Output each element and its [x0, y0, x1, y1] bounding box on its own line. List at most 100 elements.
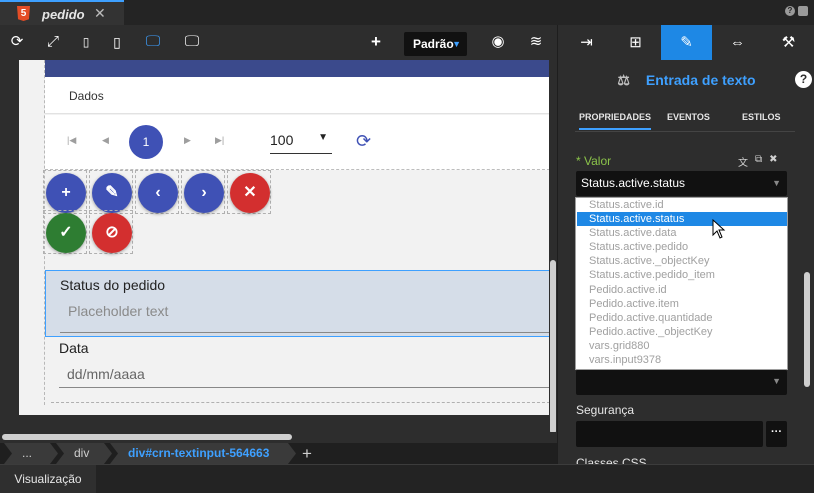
last-page-icon[interactable]: ▶|: [215, 135, 224, 146]
dropdown-option[interactable]: Status.active.pedido_item: [577, 268, 787, 282]
dropdown-option[interactable]: Status.active.pedido: [577, 240, 787, 254]
security-more-button[interactable]: ···: [766, 421, 787, 447]
page-size-select[interactable]: 100 ▼: [270, 132, 332, 154]
preset-select[interactable]: Padrão ▼: [404, 32, 467, 56]
value-selected: Status.active.status: [581, 176, 686, 190]
tab-dados[interactable]: Dados: [69, 89, 104, 103]
next-page-icon[interactable]: ▶: [184, 135, 191, 146]
dropdown-option-selected[interactable]: Status.active.status: [577, 212, 787, 226]
tab-title: pedido: [42, 7, 85, 22]
database-icon[interactable]: ≋: [526, 33, 546, 51]
chevron-down-icon: ▼: [772, 178, 781, 188]
dropdown-option[interactable]: vars.input9378: [577, 353, 787, 367]
pagination: |◀ ◀ 1 ▶ ▶| 100 ▼ ⟳: [45, 115, 549, 170]
component-title-text: Entrada de texto: [645, 72, 756, 88]
security-input[interactable]: [576, 421, 763, 447]
panel-scroll-thumb[interactable]: [804, 272, 810, 387]
open-external-icon[interactable]: ⧉: [755, 154, 762, 169]
panel-subtabs: PROPRIEDADES EVENTOS ESTILOS: [575, 107, 795, 131]
reload-icon[interactable]: ⟳: [356, 132, 374, 150]
chevron-down-icon: ▼: [452, 39, 461, 49]
value-label: * Valor: [576, 154, 612, 168]
component-title: ⚖ Entrada de texto: [558, 72, 814, 89]
phone-icon[interactable]: ▯: [76, 33, 96, 51]
tab-eventos[interactable]: EVENTOS: [667, 112, 710, 122]
tree-icon[interactable]: ⊞: [610, 25, 661, 60]
dados-tab-row: Dados: [45, 77, 549, 114]
desktop-icon[interactable]: 🖵: [143, 33, 163, 51]
balance-icon: ⚖: [617, 72, 630, 88]
canvas-horizontal-scrollbar[interactable]: [0, 432, 557, 442]
panel-tabs: ⇥ ⊞ ✎ ⇔ ⚒: [558, 25, 814, 60]
chevron-down-icon: ▼: [318, 132, 328, 143]
dropdown-option[interactable]: vars.grid880: [577, 339, 787, 353]
dropdown-option[interactable]: Status.active.id: [577, 198, 787, 212]
vertical-scroll-thumb[interactable]: [550, 260, 556, 434]
tablet-icon[interactable]: ▯: [107, 33, 127, 51]
edit-button-wrap: ✎: [89, 170, 133, 214]
edit-button[interactable]: ✎: [92, 173, 132, 213]
html5-icon: 5: [17, 6, 30, 21]
tab-estilos[interactable]: ESTILOS: [742, 112, 781, 122]
dropdown-option[interactable]: Status.active.data: [577, 226, 787, 240]
next-button[interactable]: ›: [184, 173, 224, 213]
dropdown-option[interactable]: Pedido.active.item: [577, 297, 787, 311]
breadcrumb-item[interactable]: div: [56, 443, 112, 464]
date-input[interactable]: dd/mm/aaaa: [59, 360, 549, 388]
cancel-button[interactable]: ⊘: [92, 213, 132, 253]
mouse-cursor-icon: [712, 219, 726, 239]
prev-button[interactable]: ‹: [138, 173, 178, 213]
tools-icon[interactable]: ⚒: [763, 25, 814, 60]
add-breadcrumb-icon[interactable]: +: [302, 443, 312, 464]
value-actions: 文 ⧉ ✖: [738, 154, 778, 169]
add-button[interactable]: +: [46, 173, 86, 213]
dropdown-option[interactable]: Status.active._objectKey: [577, 254, 787, 268]
tab-pedido[interactable]: 5 pedido ✕: [0, 0, 124, 25]
window-actions: ?: [785, 6, 808, 16]
container-border: [51, 402, 549, 403]
confirm-button[interactable]: ✓: [46, 213, 86, 253]
help-icon[interactable]: ?: [795, 71, 812, 88]
status-input[interactable]: Placeholder text: [60, 298, 549, 333]
delete-button-wrap: ✕: [227, 170, 271, 214]
value-select[interactable]: Status.active.status ▼: [576, 171, 787, 196]
fullscreen-icon[interactable]: ⤢: [43, 33, 63, 51]
add-button-wrap: +: [43, 170, 87, 214]
visibility-icon[interactable]: ◉: [488, 33, 508, 51]
status-label: Status do pedido: [60, 277, 166, 293]
add-icon[interactable]: +: [366, 33, 386, 51]
toolbar: ⟳ ⤢ ▯ ▯ 🖵 🖵 + Padrão ▼ ◉ ≋: [0, 25, 557, 60]
horizontal-scroll-thumb[interactable]: [2, 434, 292, 440]
page-size-value: 100: [270, 132, 294, 148]
first-page-icon[interactable]: |◀: [67, 135, 76, 146]
prev-page-icon[interactable]: ◀: [102, 135, 109, 146]
monitor-icon[interactable]: 🖵: [182, 33, 202, 51]
page-container: Dados |◀ ◀ 1 ▶ ▶| 100 ▼ ⟳ + ✎ ‹ › ✕ ✓ ⊘ …: [43, 60, 549, 405]
tab-propriedades[interactable]: PROPRIEDADES: [579, 112, 652, 130]
divider: [575, 131, 795, 132]
breadcrumb-item[interactable]: ...: [4, 443, 58, 464]
preset-label: Padrão: [413, 37, 454, 51]
visualization-tab[interactable]: Visualização: [0, 465, 96, 493]
chevron-down-icon: ▼: [772, 376, 781, 386]
clear-icon[interactable]: ✖: [769, 154, 777, 169]
dropdown-option[interactable]: Pedido.active._objectKey: [577, 325, 787, 339]
help-small-icon[interactable]: ?: [785, 6, 795, 16]
delete-button[interactable]: ✕: [230, 173, 270, 213]
canvas-vertical-scrollbar[interactable]: [549, 60, 557, 440]
dropdown-option[interactable]: Pedido.active.quantidade: [577, 311, 787, 325]
resize-icon[interactable]: ⇔: [712, 25, 763, 60]
dropdown-option[interactable]: Pedido.active.id: [577, 283, 787, 297]
cancel-button-wrap: ⊘: [89, 210, 133, 254]
current-page-button[interactable]: 1: [129, 125, 163, 159]
translate-icon[interactable]: 文: [738, 154, 748, 169]
secondary-select[interactable]: ▼: [576, 370, 787, 395]
brush-icon[interactable]: ✎: [661, 25, 712, 60]
close-tab-icon[interactable]: ✕: [94, 5, 106, 22]
status-textinput[interactable]: Status do pedido Placeholder text: [45, 270, 549, 337]
maximize-icon[interactable]: [798, 6, 808, 16]
import-icon[interactable]: ⇥: [561, 25, 612, 60]
breadcrumb-item-active[interactable]: div#crn-textinput-564663: [110, 443, 296, 464]
refresh-icon[interactable]: ⟳: [7, 33, 27, 51]
confirm-button-wrap: ✓: [43, 210, 87, 254]
